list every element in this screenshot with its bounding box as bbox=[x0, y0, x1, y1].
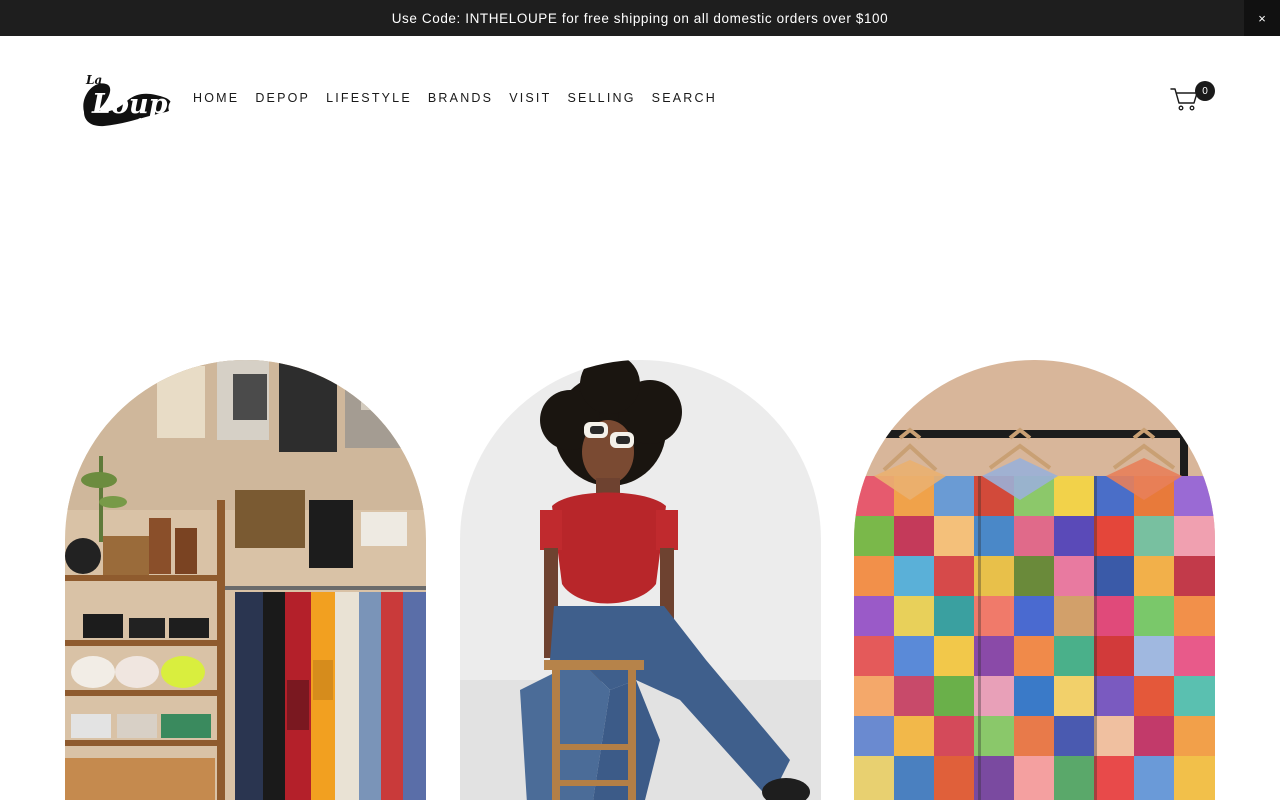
feature-model-on-stool[interactable] bbox=[460, 360, 821, 800]
model-on-stool-image bbox=[460, 360, 821, 800]
brand-logo[interactable]: La Loupe San Diego bbox=[76, 66, 185, 134]
logo-mark: La Loupe San Diego bbox=[83, 73, 185, 127]
logo-script: Loupe bbox=[91, 89, 178, 120]
nav-item-brands[interactable]: BRANDS bbox=[428, 91, 493, 105]
logo-sub: San Diego bbox=[138, 118, 164, 124]
cart-count-badge: 0 bbox=[1195, 81, 1215, 101]
store-interior-image bbox=[65, 360, 426, 800]
nav-item-visit[interactable]: VISIT bbox=[509, 91, 551, 105]
shirt-patches bbox=[854, 476, 1215, 800]
patchwork-shirts-image bbox=[854, 360, 1215, 800]
cart-button[interactable]: 0 bbox=[1170, 80, 1218, 116]
main-nav: HOME DEPOP LIFESTYLE BRANDS VISIT SELLIN… bbox=[193, 91, 733, 105]
nav-item-search[interactable]: SEARCH bbox=[652, 91, 717, 105]
nav-item-home[interactable]: HOME bbox=[193, 91, 239, 105]
nav-item-selling[interactable]: SELLING bbox=[567, 91, 635, 105]
feature-store-interior[interactable] bbox=[65, 360, 426, 800]
announcement-text: Use Code: INTHELOUPE for free shipping o… bbox=[391, 10, 889, 26]
logo-prefix: La bbox=[85, 73, 102, 87]
nav-item-depop[interactable]: DEPOP bbox=[255, 91, 310, 105]
nav-item-lifestyle[interactable]: LIFESTYLE bbox=[326, 91, 412, 105]
announcement-bar: Use Code: INTHELOUPE for free shipping o… bbox=[0, 0, 1280, 36]
close-icon: × bbox=[1258, 10, 1266, 26]
site-header: La Loupe San Diego HOME DEPOP LIFESTYLE … bbox=[0, 36, 1280, 160]
close-announcement-button[interactable]: × bbox=[1244, 0, 1280, 36]
feature-patchwork-shirts[interactable] bbox=[854, 360, 1215, 800]
